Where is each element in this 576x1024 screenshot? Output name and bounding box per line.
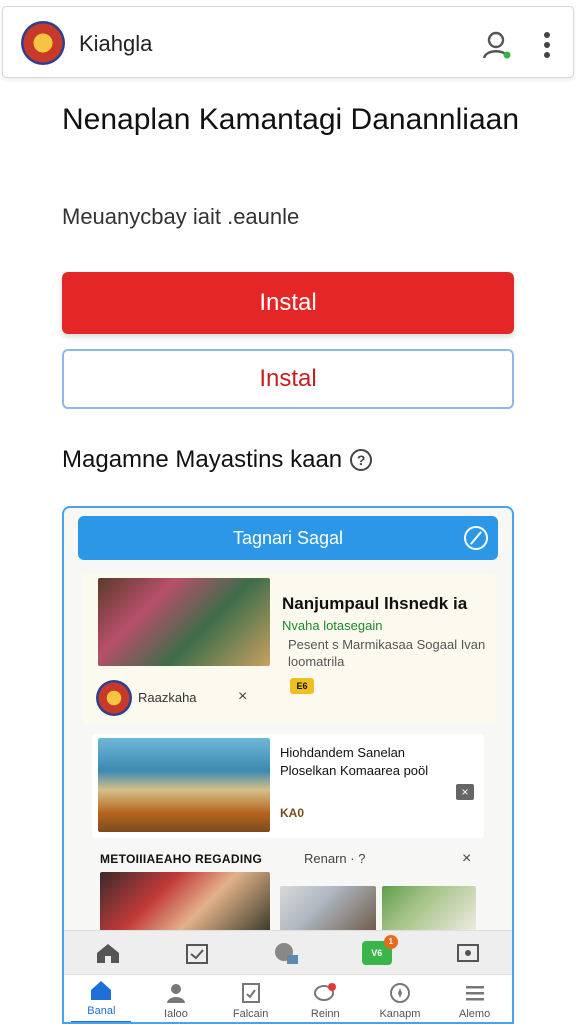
card-description: Pesent s Marmikasaa Sogaal Ivan loomatri… xyxy=(288,637,486,669)
install-button[interactable]: Instal xyxy=(62,272,514,334)
app-bar: Kiahgla xyxy=(2,6,574,78)
toolbar: V6 1 xyxy=(64,930,512,974)
info-icon[interactable]: ? xyxy=(350,449,373,471)
badge-count: 1 xyxy=(383,934,398,949)
home-icon xyxy=(91,980,112,1000)
person-icon xyxy=(166,983,185,1003)
bottom-navigation: Banal Ialoo Falcain Reinn Kanapm Alemo xyxy=(64,974,512,1023)
nav-item-label: Kanapm xyxy=(379,1007,421,1020)
nav-item-label: Alemo xyxy=(459,1007,491,1020)
row-meta: Renarn · ? xyxy=(304,851,366,866)
nav-item-label: Reinn xyxy=(310,1007,340,1020)
clear-icon[interactable] xyxy=(464,526,488,550)
install-secondary-button[interactable]: Instal xyxy=(62,349,514,409)
card-headline: Hiohdandem Sanelan Ploselkan Komaarea po… xyxy=(280,745,429,778)
app-name: Kiahgla xyxy=(79,31,153,56)
badge-label: V6 xyxy=(371,947,383,958)
document-icon xyxy=(241,982,260,1003)
card-badge: KA0 xyxy=(280,806,305,820)
home-icon[interactable] xyxy=(95,941,121,965)
nav-item-menu[interactable]: Alemo xyxy=(438,982,512,1020)
card-tag: Nvaha lotasegain xyxy=(282,618,383,633)
page-subtitle: Meuanycbay iait .eaunle xyxy=(62,204,300,229)
author-avatar xyxy=(96,680,132,716)
card-badge: E6 xyxy=(290,678,314,694)
nav-item-label: Banal xyxy=(87,1004,116,1017)
row-label: METOIIIAEAHO REGADING xyxy=(100,852,263,866)
calendar-icon[interactable] xyxy=(184,941,210,965)
nav-item-documents[interactable]: Falcain xyxy=(214,982,288,1020)
app-logo[interactable] xyxy=(21,21,65,65)
news-card[interactable]: Nanjumpaul lhsnedk ia Nvaha lotasegain P… xyxy=(82,574,496,724)
screen-icon[interactable] xyxy=(455,941,481,965)
chat-icon xyxy=(314,982,337,1001)
nav-item-messages[interactable]: Reinn xyxy=(288,982,362,1020)
nav-item-explore[interactable]: Kanapm xyxy=(363,982,437,1020)
nav-item-label: Ialoo xyxy=(164,1007,188,1020)
media-icon[interactable] xyxy=(273,941,299,965)
more-options-icon[interactable] xyxy=(539,31,555,59)
section-heading: Magamne Mayastins kaan ? xyxy=(62,446,373,474)
menu-icon xyxy=(465,985,484,1000)
panel-header-label: Tagnari Sagal xyxy=(232,527,344,548)
dismiss-icon[interactable]: × xyxy=(456,784,474,800)
card-headline: Nanjumpaul lhsnedk ia xyxy=(282,594,468,613)
group-photo[interactable] xyxy=(280,886,376,932)
food-photo xyxy=(98,738,270,832)
section-heading-text: Magamne Mayastins kaan xyxy=(62,446,343,473)
close-icon[interactable]: × xyxy=(238,688,247,706)
page-title: Nenaplan Kamantagi Danannliaan xyxy=(62,103,520,136)
compass-icon xyxy=(389,982,410,1003)
people-photo[interactable] xyxy=(100,872,270,932)
panel-header[interactable]: Tagnari Sagal xyxy=(78,516,498,560)
nav-item-label: Falcain xyxy=(232,1007,269,1020)
user-icon[interactable] xyxy=(481,29,513,61)
outdoor-photo[interactable] xyxy=(382,886,476,932)
news-photo xyxy=(98,578,270,666)
news-card[interactable]: Hiohdandem Sanelan Ploselkan Komaarea po… xyxy=(92,734,484,838)
author-name: Raazkaha xyxy=(138,690,197,705)
nav-item-home[interactable]: Banal xyxy=(64,979,138,1023)
preview-panel: Tagnari Sagal Nanjumpaul lhsnedk ia Nvah… xyxy=(62,506,514,1024)
badge-icon[interactable]: V6 1 xyxy=(361,934,398,965)
close-icon[interactable]: × xyxy=(462,850,471,868)
nav-item-profile[interactable]: Ialoo xyxy=(139,982,213,1020)
